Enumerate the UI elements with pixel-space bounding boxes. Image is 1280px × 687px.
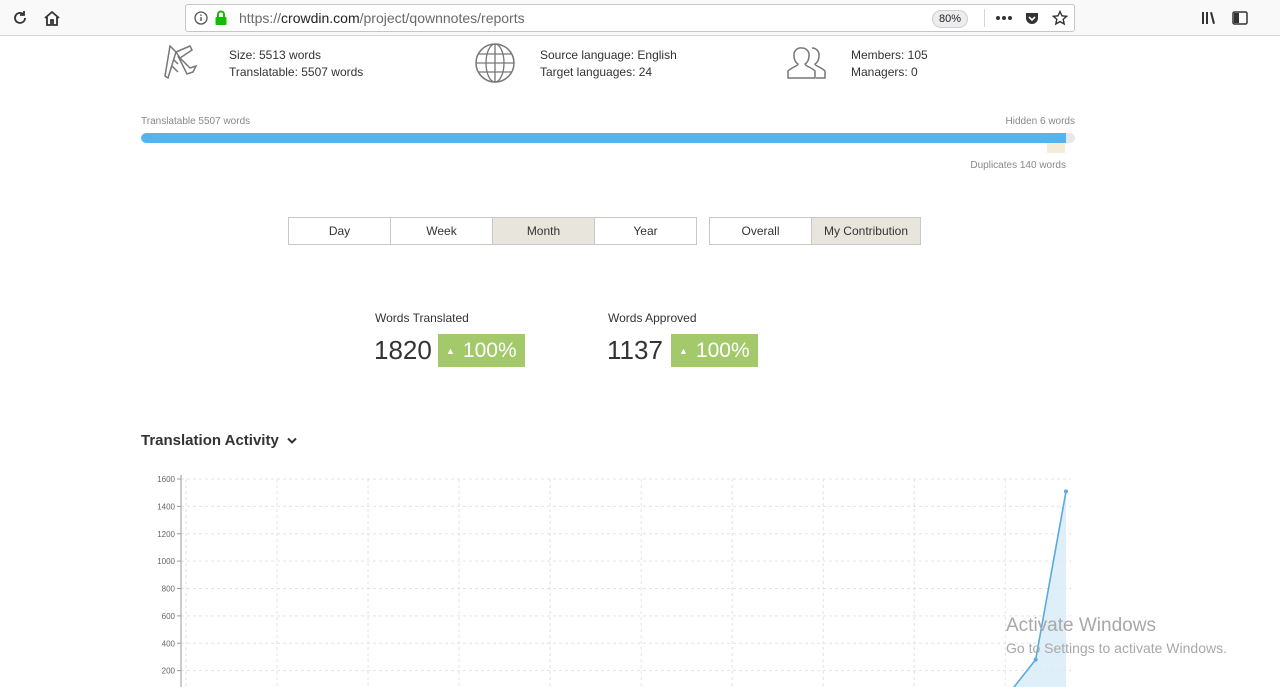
activity-line xyxy=(1012,491,1067,687)
data-point xyxy=(1064,489,1068,494)
managers-text: Managers: 0 xyxy=(851,65,918,79)
words-translated-change-badge: ▲ 100% xyxy=(438,334,525,367)
y-tick-label: 1000 xyxy=(157,557,175,566)
period-year-button[interactable]: Year xyxy=(594,217,697,245)
activate-windows-subtitle: Go to Settings to activate Windows. xyxy=(1006,640,1227,656)
y-tick-label: 1200 xyxy=(157,530,175,539)
period-selector: Day Week Month Year xyxy=(288,217,697,245)
pocket-icon[interactable] xyxy=(1022,8,1042,28)
lock-icon[interactable] xyxy=(214,10,228,26)
scope-overall-button[interactable]: Overall xyxy=(709,217,812,245)
url-text[interactable]: https://crowdin.com/project/qownnotes/re… xyxy=(239,10,525,26)
up-arrow-icon: ▲ xyxy=(679,345,688,356)
url-bar[interactable]: https://crowdin.com/project/qownnotes/re… xyxy=(185,4,1075,32)
words-translated-label: Words Translated xyxy=(375,311,469,325)
library-icon[interactable] xyxy=(1199,8,1219,28)
y-tick-label: 600 xyxy=(162,612,176,621)
y-tick-label: 1400 xyxy=(157,502,175,511)
words-translated-value: 1820 xyxy=(374,335,432,365)
words-approved-change-badge: ▲ 100% xyxy=(671,334,758,367)
home-icon[interactable] xyxy=(42,8,62,28)
data-point xyxy=(1033,657,1038,662)
words-approved-change: 100% xyxy=(695,338,750,362)
period-month-button[interactable]: Month xyxy=(492,217,595,245)
browser-toolbar: https://crowdin.com/project/qownnotes/re… xyxy=(0,0,1280,36)
reload-icon[interactable] xyxy=(10,8,30,28)
target-languages-text: Target languages: 24 xyxy=(540,65,653,79)
caliper-icon xyxy=(160,42,202,84)
words-approved-value: 1137 xyxy=(607,335,663,365)
bookmark-star-icon[interactable] xyxy=(1050,8,1070,28)
project-size-stats: Size: 5513 words Translatable: 5507 word… xyxy=(229,47,363,81)
up-arrow-icon: ▲ xyxy=(446,345,455,356)
period-day-button[interactable]: Day xyxy=(288,217,391,245)
y-tick-label: 200 xyxy=(162,667,176,676)
chevron-down-icon xyxy=(287,437,297,444)
translatable-text: Translatable: 5507 words xyxy=(229,65,364,79)
info-icon[interactable] xyxy=(194,11,208,25)
page-actions-icon[interactable] xyxy=(994,8,1014,28)
zoom-level-badge[interactable]: 80% xyxy=(932,10,968,28)
language-stats: Source language: English Target language… xyxy=(540,47,677,81)
translatable-progress-fill xyxy=(141,133,1066,143)
words-translated-change: 100% xyxy=(462,338,517,362)
y-tick-label: 800 xyxy=(162,585,176,594)
members-icon xyxy=(786,42,828,84)
y-tick-label: 1600 xyxy=(157,475,175,484)
size-text: Size: 5513 words xyxy=(229,48,322,62)
activate-windows-title: Activate Windows xyxy=(1006,615,1156,636)
globe-icon xyxy=(474,42,516,84)
scope-selector: Overall My Contribution xyxy=(709,217,921,245)
url-bar-divider xyxy=(984,9,985,27)
source-language-text: Source language: English xyxy=(540,48,677,62)
words-approved-label: Words Approved xyxy=(608,311,697,325)
hidden-words-label: Hidden 6 words xyxy=(1005,116,1075,127)
activity-area xyxy=(1014,491,1066,687)
member-stats: Members: 105 Managers: 0 xyxy=(851,47,928,81)
y-tick-label: 400 xyxy=(162,639,176,648)
section-title: Translation Activity xyxy=(141,432,279,449)
members-text: Members: 105 xyxy=(851,48,928,62)
words-progress-bar xyxy=(141,133,1075,143)
period-week-button[interactable]: Week xyxy=(390,217,493,245)
sidebar-toggle-icon[interactable] xyxy=(1230,8,1250,28)
duplicates-marker xyxy=(1047,143,1065,153)
scope-my-contribution-button[interactable]: My Contribution xyxy=(811,217,921,245)
duplicates-words-label: Duplicates 140 words xyxy=(970,160,1066,171)
translation-activity-dropdown[interactable]: Translation Activity xyxy=(141,432,297,449)
translation-activity-chart: 1600 1400 1200 1000 800 600 400 200 xyxy=(157,475,1071,687)
translatable-words-label: Translatable 5507 words xyxy=(141,116,251,127)
